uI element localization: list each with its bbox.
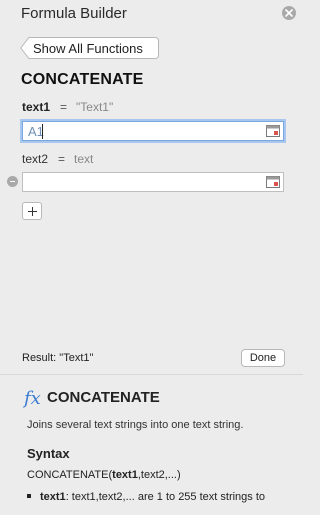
- syntax-arg: text1: [112, 469, 138, 481]
- arg-label-text2: text2 = text: [22, 152, 93, 166]
- help-function-title: CONCATENATE: [47, 389, 160, 406]
- cell-reference-icon[interactable]: [266, 125, 280, 137]
- cell-reference-icon[interactable]: [266, 176, 280, 188]
- bullet-text: : text1,text2,... are 1 to 255 text stri…: [65, 491, 266, 503]
- syntax-prefix: CONCATENATE(: [27, 469, 113, 481]
- arg-hint: "Text1": [76, 100, 114, 114]
- result-label: Result: "Text1": [22, 352, 94, 364]
- arg-hint: text: [74, 152, 94, 166]
- back-button-label: Show All Functions: [33, 41, 143, 56]
- bullet-term: text1: [40, 491, 66, 503]
- help-description: Joins several text strings into one text…: [27, 419, 244, 431]
- show-all-functions-button[interactable]: Show All Functions: [20, 37, 159, 59]
- close-button[interactable]: [282, 6, 296, 20]
- arg-label-text1: text1 = "Text1": [22, 100, 113, 114]
- text-caret: [42, 124, 43, 139]
- formula-builder-panel: Formula Builder Show All Functions CONCA…: [0, 0, 303, 374]
- function-help-section: fx CONCATENATE Joins several text string…: [0, 375, 303, 515]
- done-button[interactable]: Done: [241, 349, 285, 367]
- text2-input[interactable]: [22, 172, 284, 192]
- remove-argument-icon[interactable]: [7, 176, 18, 187]
- text1-input[interactable]: A1: [22, 121, 284, 141]
- add-argument-button[interactable]: [22, 202, 42, 220]
- arg-equals: =: [58, 152, 66, 166]
- function-name-heading: CONCATENATE: [21, 71, 144, 88]
- arg-name: text1: [22, 100, 51, 114]
- bullet-icon: [27, 494, 31, 499]
- arg-name: text2: [22, 152, 49, 166]
- fx-icon: fx: [24, 388, 41, 409]
- close-icon: [285, 9, 293, 17]
- arg-description-item: text1: text1,text2,... are 1 to 255 text…: [27, 491, 265, 503]
- window-title: Formula Builder: [21, 5, 127, 22]
- arg-equals: =: [60, 100, 68, 114]
- syntax-line: CONCATENATE(text1,text2,...): [27, 469, 181, 481]
- syntax-suffix: ,text2,...): [137, 469, 181, 481]
- syntax-heading: Syntax: [27, 446, 70, 461]
